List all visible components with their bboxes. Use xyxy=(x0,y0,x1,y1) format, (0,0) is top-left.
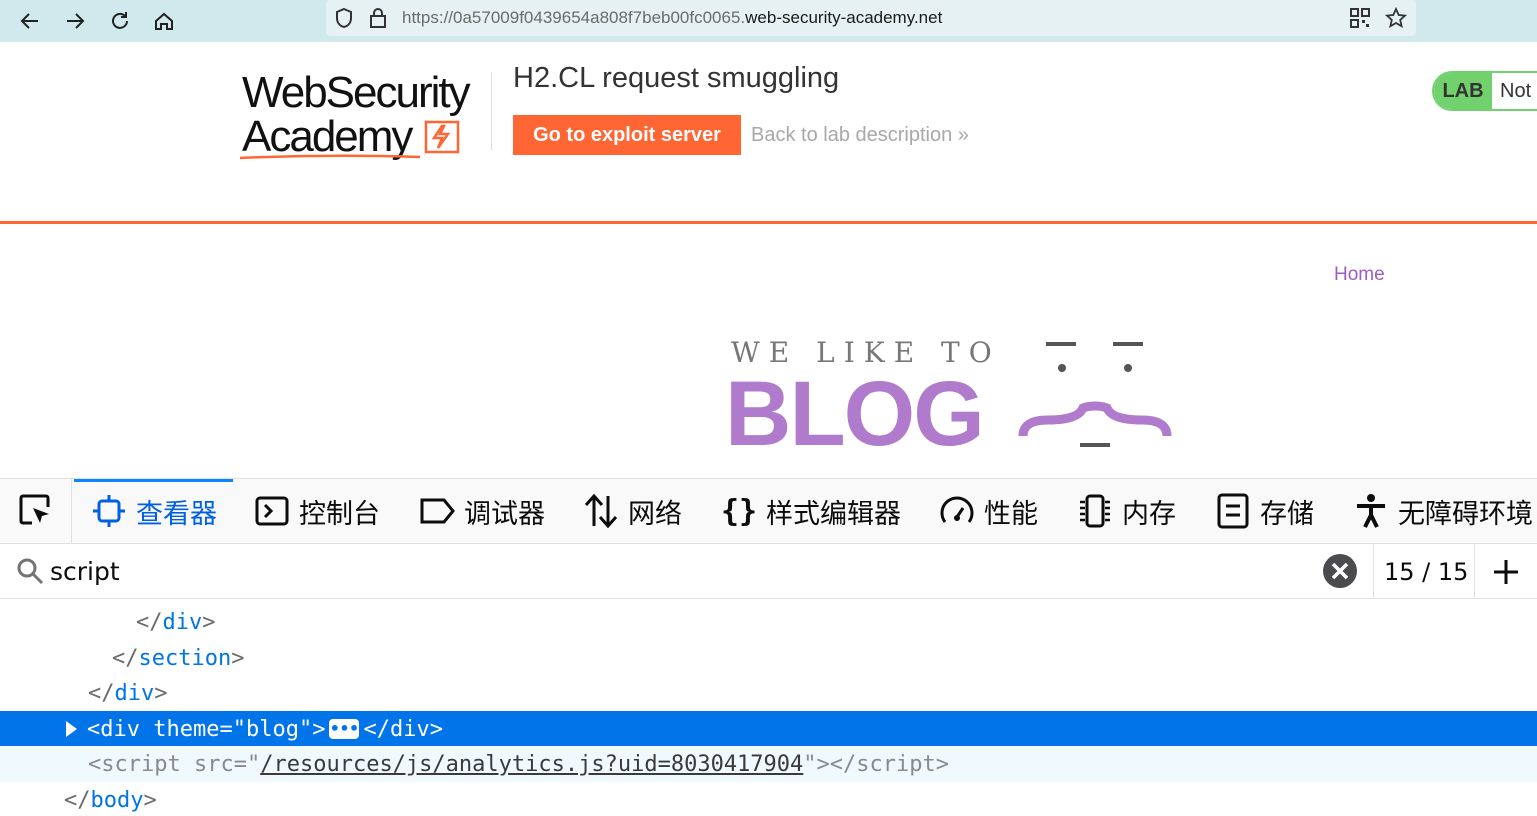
home-icon[interactable] xyxy=(148,5,180,37)
lock-icon[interactable] xyxy=(366,6,390,30)
performance-icon xyxy=(938,492,976,530)
tab-memory[interactable]: 内存 xyxy=(1076,479,1176,543)
storage-icon xyxy=(1214,492,1252,530)
forward-arrow-icon[interactable] xyxy=(59,5,91,37)
attr-value: blog xyxy=(245,716,299,742)
tag-name: section xyxy=(138,645,232,671)
web-security-academy-logo[interactable]: WebSecurity Academy xyxy=(240,66,490,162)
tag-name: script xyxy=(101,751,181,777)
tab-label: 查看器 xyxy=(136,498,217,529)
clear-search-icon[interactable] xyxy=(1322,553,1358,589)
blog-face-icon xyxy=(1018,342,1172,447)
shield-icon[interactable] xyxy=(332,6,356,30)
logo-underline xyxy=(240,154,421,160)
tab-console[interactable]: 控制台 xyxy=(253,479,380,543)
lab-status-text: Not xyxy=(1492,73,1532,109)
tab-label: 内存 xyxy=(1122,498,1176,529)
tab-debugger[interactable]: 调试器 xyxy=(418,479,545,543)
add-node-icon[interactable] xyxy=(1474,544,1537,599)
qr-code-icon[interactable] xyxy=(1348,6,1372,30)
markup-line-selected[interactable]: < div theme =" blog "> ••• </div > xyxy=(0,711,1537,747)
search-input[interactable] xyxy=(50,554,1250,588)
markup-line[interactable]: < script src ="/resources/js/analytics.js?… xyxy=(0,746,1537,782)
lab-title: H2.CL request smuggling xyxy=(513,62,840,94)
tab-performance[interactable]: 性能 xyxy=(938,479,1038,543)
tag-name: body xyxy=(90,787,144,813)
network-icon xyxy=(582,492,620,530)
search-icon xyxy=(17,558,44,585)
tab-label: 调试器 xyxy=(464,498,545,529)
tag-name: div xyxy=(100,716,140,742)
attr-name: src xyxy=(193,751,234,777)
tag-name: div xyxy=(389,716,430,742)
tag-name: script xyxy=(856,751,936,777)
exploit-server-button[interactable]: Go to exploit server xyxy=(513,115,741,155)
attr-value-link[interactable]: /resources/js/analytics.js?uid=803041790… xyxy=(260,752,803,777)
url-prefix: https://0a57009f0439654a808f7beb00fc0065… xyxy=(402,8,746,27)
collapsed-ellipsis-button[interactable]: ••• xyxy=(329,719,360,739)
memory-icon xyxy=(1076,492,1114,530)
accessibility-icon xyxy=(1352,492,1390,530)
back-link-label: Back to lab description xyxy=(751,124,953,146)
debugger-icon xyxy=(418,492,456,530)
tab-style-editor[interactable]: {} 样式编辑器 xyxy=(720,479,901,543)
tab-label: 样式编辑器 xyxy=(766,498,901,529)
markup-line[interactable]: </body > xyxy=(0,782,1537,816)
home-nav-link[interactable]: Home xyxy=(1334,264,1385,286)
header-divider xyxy=(491,72,492,150)
logo-line1: WebSecurity xyxy=(242,68,471,117)
search-match-count: 15 / 15 xyxy=(1373,544,1468,599)
back-to-lab-description-link[interactable]: Back to lab description » xyxy=(751,124,969,147)
style-editor-icon: {} xyxy=(720,493,758,529)
tab-label: 性能 xyxy=(984,498,1038,529)
blog-page: Home WE LIKE TO BLOG xyxy=(0,224,1537,478)
inspector-icon xyxy=(90,492,128,530)
tab-accessibility[interactable]: 无障碍环境 xyxy=(1352,479,1533,543)
markup-search-bar: 15 / 15 xyxy=(0,544,1537,599)
blog-logo-word: BLOG xyxy=(725,363,985,465)
tab-storage[interactable]: 存储 xyxy=(1214,479,1314,543)
tab-label: 无障碍环境 xyxy=(1398,498,1533,529)
tab-label: 存储 xyxy=(1260,498,1314,529)
markup-line[interactable]: </div > xyxy=(0,604,1537,640)
back-arrow-icon[interactable] xyxy=(14,5,46,37)
tab-inspector[interactable]: 查看器 xyxy=(74,479,233,543)
tag-name: div xyxy=(162,609,203,635)
markup-tree: </div > </section > </div > < div theme =" blo… xyxy=(0,599,1537,816)
devtools-tab-bar: 查看器 控制台 调试器 网络 {} 样式编辑器 性能 内存 存储 无障碍环境 xyxy=(0,478,1537,544)
expand-twisty-icon[interactable] xyxy=(66,721,77,737)
tag-name: div xyxy=(114,680,155,706)
bookmark-star-icon[interactable] xyxy=(1384,6,1408,30)
address-bar[interactable]: https://0a57009f0439654a808f7beb00fc0065… xyxy=(326,0,1416,36)
url-domain: web-security-academy.net xyxy=(745,8,943,27)
logo-bolt-icon xyxy=(424,120,460,154)
element-picker-icon[interactable] xyxy=(0,479,72,543)
markup-line[interactable]: </section > xyxy=(0,640,1537,676)
double-chevron-icon: » xyxy=(957,124,969,146)
tab-label: 控制台 xyxy=(299,498,380,529)
tab-label: 网络 xyxy=(628,498,682,529)
lab-status-widget: LAB Not xyxy=(1432,71,1537,111)
console-icon xyxy=(253,492,291,530)
url-text[interactable]: https://0a57009f0439654a808f7beb00fc0065… xyxy=(402,8,942,28)
lab-badge: LAB xyxy=(1434,73,1492,109)
lab-header: WebSecurity Academy H2.CL request smuggl… xyxy=(0,42,1537,224)
markup-line[interactable]: </div > xyxy=(0,675,1537,711)
reload-icon[interactable] xyxy=(104,5,136,37)
tab-network[interactable]: 网络 xyxy=(582,479,682,543)
browser-toolbar: https://0a57009f0439654a808f7beb00fc0065… xyxy=(0,0,1537,42)
attr-name: theme xyxy=(153,716,220,742)
